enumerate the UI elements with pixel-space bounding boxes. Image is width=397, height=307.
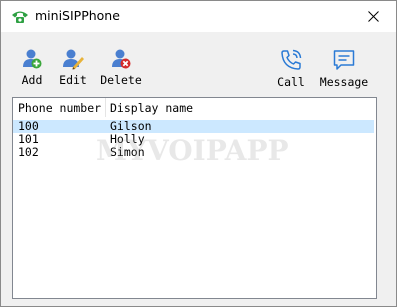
list-header: Phone number Display name <box>13 98 376 117</box>
delete-contact-icon <box>112 49 131 69</box>
add-button[interactable]: Add <box>15 48 49 87</box>
add-contact-icon <box>23 49 42 69</box>
delete-button[interactable]: Delete <box>99 48 143 87</box>
message-label: Message <box>319 75 369 89</box>
add-label: Add <box>21 73 43 87</box>
close-button[interactable] <box>350 1 396 32</box>
column-header-display-name[interactable]: Display name <box>110 101 193 115</box>
title-bar: miniSIPPhone <box>1 1 396 32</box>
window-title: miniSIPPhone <box>35 8 120 23</box>
close-icon <box>367 11 379 22</box>
green-phone-icon <box>11 9 29 25</box>
table-row[interactable]: 100 Gilson <box>13 120 374 133</box>
call-label: Call <box>277 75 305 89</box>
column-header-phone-number[interactable]: Phone number <box>18 101 101 115</box>
delete-label: Delete <box>100 73 142 87</box>
edit-contact-icon <box>63 49 84 70</box>
app-window: miniSIPPhone Add Edit Delete Call Messag… <box>0 0 397 307</box>
phone-call-icon <box>281 49 302 70</box>
message-icon <box>333 50 355 70</box>
toolbar: Add Edit Delete Call Message <box>1 32 396 94</box>
column-separator[interactable] <box>105 98 106 117</box>
watermark: MYVOIPAPP <box>96 134 289 167</box>
message-button[interactable]: Message <box>319 48 369 89</box>
phone-number-cell: 102 <box>18 145 39 159</box>
edit-label: Edit <box>59 73 87 87</box>
call-button[interactable]: Call <box>274 48 308 89</box>
edit-button[interactable]: Edit <box>56 48 90 87</box>
contacts-list[interactable]: Phone number Display name 100 Gilson 101… <box>12 97 377 299</box>
